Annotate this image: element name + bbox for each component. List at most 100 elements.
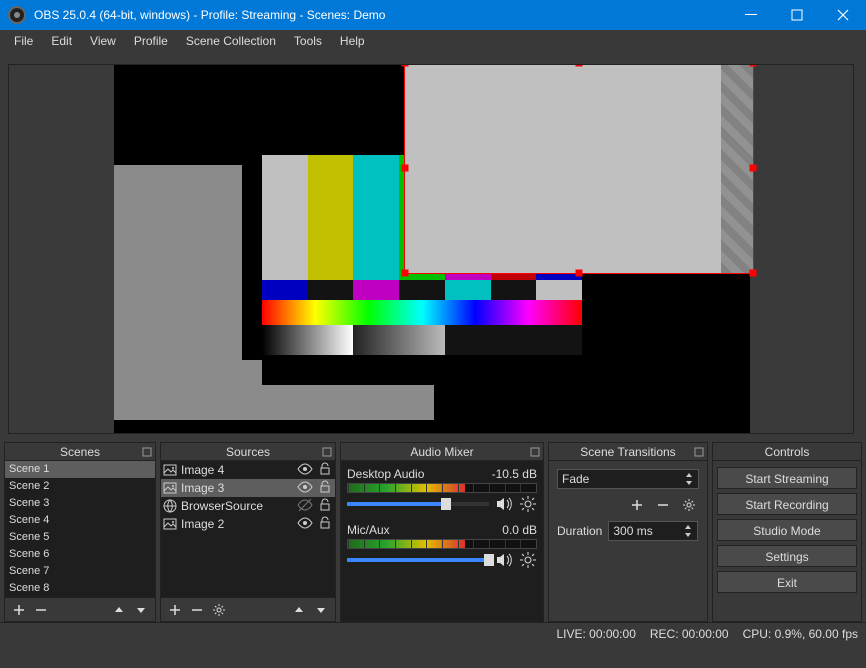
duration-label: Duration	[557, 524, 602, 538]
status-cpu: CPU: 0.9%, 60.00 fps	[743, 627, 858, 641]
source-up-button[interactable]	[289, 600, 309, 620]
dock-controls: Controls Start Streaming Start Recording S…	[712, 442, 862, 622]
source-properties-button[interactable]	[209, 600, 229, 620]
maximize-icon	[791, 9, 803, 21]
transition-add-button[interactable]	[627, 495, 647, 515]
gear-icon	[683, 499, 695, 511]
control-button-start-recording[interactable]: Start Recording	[717, 493, 857, 515]
volume-slider[interactable]	[347, 558, 489, 562]
dock-title-mixer: Audio Mixer	[341, 443, 543, 461]
image-icon	[163, 517, 177, 531]
source-remove-button[interactable]	[187, 600, 207, 620]
control-button-exit[interactable]: Exit	[717, 571, 857, 593]
window-maximize-button[interactable]	[774, 0, 820, 30]
dock-popout-icon[interactable]	[321, 445, 333, 457]
status-live: LIVE: 00:00:00	[556, 627, 635, 641]
dock-transitions: Scene Transitions Fade Duration	[548, 442, 708, 622]
transition-duration-input[interactable]: 300 ms	[608, 521, 698, 541]
mixer-channel: Desktop Audio-10.5 dB	[347, 467, 537, 513]
gear-icon	[519, 551, 537, 569]
status-bar: LIVE: 00:00:00 REC: 00:00:00 CPU: 0.9%, …	[0, 622, 866, 644]
globe-icon	[163, 499, 177, 513]
channel-db: -10.5 dB	[492, 467, 537, 481]
scene-down-button[interactable]	[131, 600, 151, 620]
lock-toggle[interactable]	[317, 515, 333, 534]
control-button-settings[interactable]: Settings	[717, 545, 857, 567]
lock-toggle[interactable]	[317, 497, 333, 516]
channel-settings-button[interactable]	[519, 551, 537, 569]
transition-remove-button[interactable]	[653, 495, 673, 515]
menu-file[interactable]: File	[6, 32, 41, 50]
dock-popout-icon[interactable]	[529, 445, 541, 457]
dock-scenes: Scenes Scene 1Scene 2Scene 3Scene 4Scene…	[4, 442, 156, 622]
source-label: Image 2	[181, 517, 293, 531]
transition-select[interactable]: Fade	[557, 469, 699, 489]
status-rec: REC: 00:00:00	[650, 627, 729, 641]
gear-icon	[213, 604, 225, 616]
dock-popout-icon[interactable]	[141, 445, 153, 457]
lock-toggle[interactable]	[317, 461, 333, 480]
control-button-start-streaming[interactable]: Start Streaming	[717, 467, 857, 489]
scene-remove-button[interactable]	[31, 600, 51, 620]
source-item[interactable]: Image 2	[161, 515, 335, 533]
source-item[interactable]: BrowserSource	[161, 497, 335, 515]
menu-tools[interactable]: Tools	[286, 32, 330, 50]
window-minimize-button[interactable]	[728, 0, 774, 30]
menu-edit[interactable]: Edit	[43, 32, 80, 50]
sources-list[interactable]: Image 4 Image 3 BrowserSource Image 2	[161, 461, 335, 597]
scene-item[interactable]: Scene 2	[5, 478, 155, 495]
menu-view[interactable]: View	[82, 32, 124, 50]
speaker-icon[interactable]	[495, 551, 513, 569]
source-item[interactable]: Image 4	[161, 461, 335, 479]
menu-bar: File Edit View Profile Scene Collection …	[0, 30, 866, 52]
dock-popout-icon[interactable]	[693, 445, 705, 457]
window-titlebar: OBS 25.0.4 (64-bit, windows) - Profile: …	[0, 0, 866, 30]
dock-sources: Sources Image 4Image 3BrowserSourceImage…	[160, 442, 336, 622]
dock-title-controls: Controls	[713, 443, 861, 461]
channel-name: Desktop Audio	[347, 467, 492, 481]
scenes-list[interactable]: Scene 1Scene 2Scene 3Scene 4Scene 5Scene…	[5, 461, 155, 597]
scene-add-button[interactable]	[9, 600, 29, 620]
window-close-button[interactable]	[820, 0, 866, 30]
dock-title-scenes: Scenes	[5, 443, 155, 461]
close-icon	[837, 9, 849, 21]
image-icon	[163, 481, 177, 495]
control-button-studio-mode[interactable]: Studio Mode	[717, 519, 857, 541]
source-down-button[interactable]	[311, 600, 331, 620]
dock-mixer: Audio Mixer Desktop Audio-10.5 dB Mic/Aux…	[340, 442, 544, 622]
menu-help[interactable]: Help	[332, 32, 373, 50]
app-icon	[8, 6, 26, 24]
preview-canvas[interactable]	[8, 64, 854, 434]
audio-meter	[347, 539, 537, 549]
channel-name: Mic/Aux	[347, 523, 502, 537]
scene-item[interactable]: Scene 3	[5, 495, 155, 512]
scene-item[interactable]: Scene 5	[5, 529, 155, 546]
transition-properties-button[interactable]	[679, 495, 699, 515]
updown-icon	[683, 524, 693, 538]
volume-slider[interactable]	[347, 502, 489, 506]
channel-db: 0.0 dB	[502, 523, 537, 537]
source-label: BrowserSource	[181, 499, 293, 513]
menu-profile[interactable]: Profile	[126, 32, 176, 50]
speaker-icon[interactable]	[495, 495, 513, 513]
scene-item[interactable]: Scene 7	[5, 563, 155, 580]
scene-item[interactable]: Scene 6	[5, 546, 155, 563]
lock-toggle[interactable]	[317, 479, 333, 498]
visibility-toggle[interactable]	[297, 461, 313, 480]
visibility-toggle[interactable]	[297, 515, 313, 534]
image-icon	[163, 463, 177, 477]
preview-stage	[114, 65, 750, 433]
visibility-toggle[interactable]	[297, 479, 313, 498]
scene-item[interactable]: Scene 4	[5, 512, 155, 529]
scene-item[interactable]: Scene 8	[5, 580, 155, 597]
selected-source-bounds[interactable]	[404, 64, 754, 274]
scene-up-button[interactable]	[109, 600, 129, 620]
visibility-toggle[interactable]	[297, 497, 313, 516]
source-add-button[interactable]	[165, 600, 185, 620]
source-label: Image 4	[181, 463, 293, 477]
menu-scene-collection[interactable]: Scene Collection	[178, 32, 284, 50]
scene-item[interactable]: Scene 1	[5, 461, 155, 478]
channel-settings-button[interactable]	[519, 495, 537, 513]
mixer-channel: Mic/Aux0.0 dB	[347, 523, 537, 569]
source-item[interactable]: Image 3	[161, 479, 335, 497]
